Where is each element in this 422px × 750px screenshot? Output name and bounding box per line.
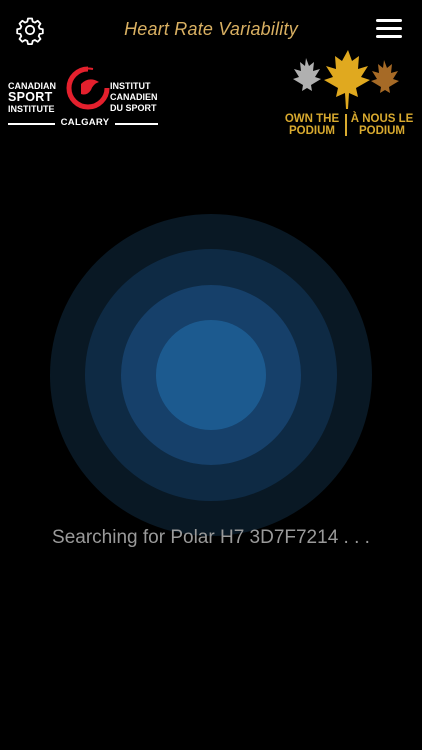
page-title: Heart Rate Variability [124, 19, 298, 39]
csi-emblem-icon [65, 65, 111, 111]
hamburger-menu-icon[interactable] [376, 19, 402, 41]
otp-english-name: OWN THE PODIUM [284, 113, 340, 137]
csi-english-name: CANADIAN SPORT INSTITUTE [8, 81, 56, 114]
csi-city: CALGARY [55, 117, 115, 128]
searching-pulse-indicator [50, 214, 372, 536]
otp-divider [345, 114, 347, 136]
maple-leaves-icon [293, 50, 399, 109]
csi-french-name: INSTITUT CANADIEN DU SPORT [110, 81, 158, 113]
pulse-ring-inner [156, 320, 266, 430]
search-status-text: Searching for Polar H7 3D7F7214 . . . [52, 527, 370, 548]
otp-french-name: À NOUS LE PODIUM [350, 113, 414, 137]
own-the-podium-logo: OWN THE PODIUM À NOUS LE PODIUM [282, 50, 414, 142]
csi-calgary-logo: CANADIAN SPORT INSTITUTE INSTITUT CANADI… [8, 62, 164, 130]
